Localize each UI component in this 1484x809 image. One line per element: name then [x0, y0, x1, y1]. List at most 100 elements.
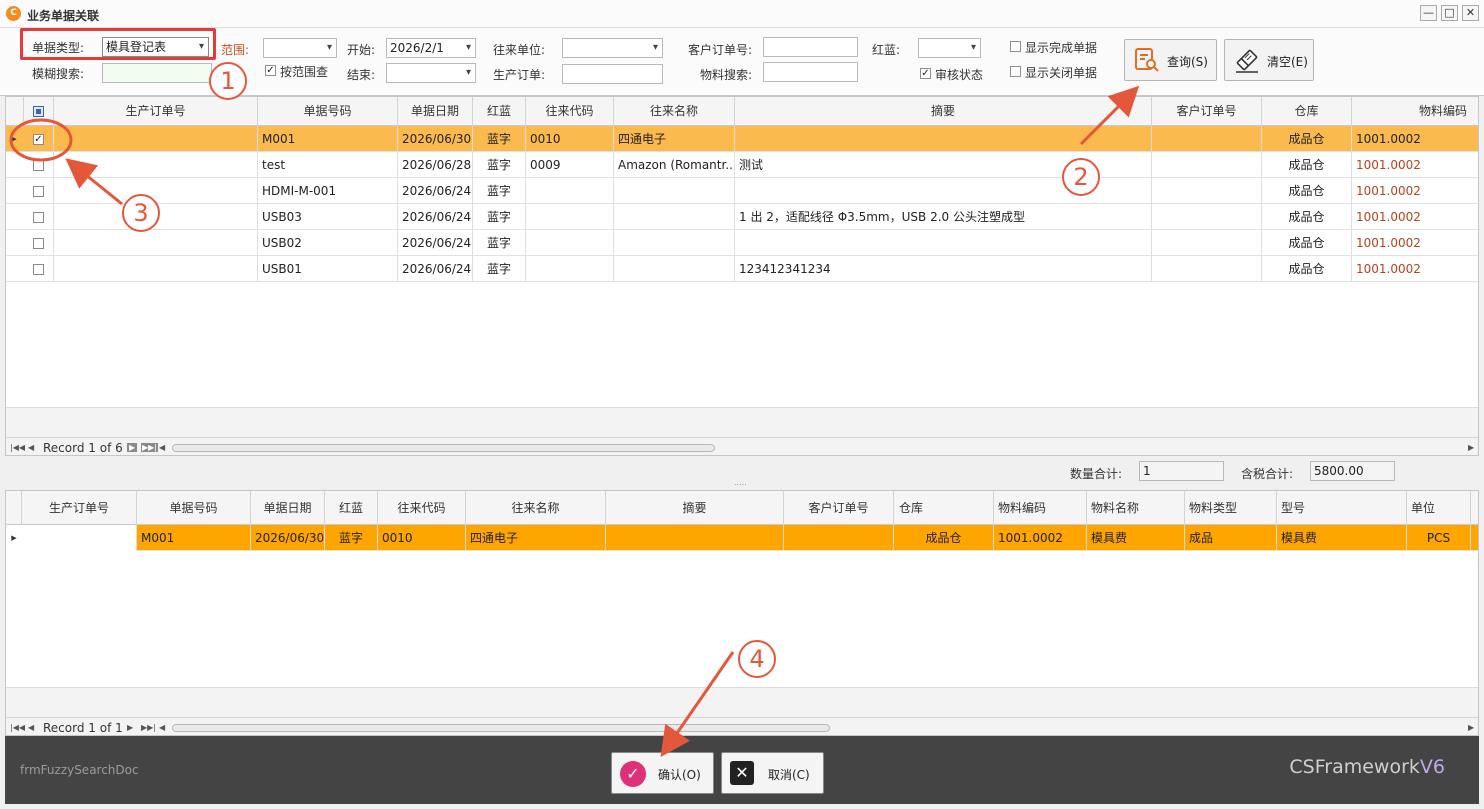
- show-closed-checkbox[interactable]: [1010, 66, 1021, 77]
- cell-doc-no[interactable]: HDMI-M-001: [258, 178, 398, 204]
- partner-select[interactable]: [562, 38, 663, 58]
- col-partner-name[interactable]: 往来名称: [614, 97, 735, 126]
- table-row[interactable]: USB01 2026/06/24 蓝字 123412341234 成品仓 1001.000…: [6, 256, 1478, 282]
- cell2-redblue[interactable]: 蓝字: [325, 525, 378, 551]
- cell-partner-code[interactable]: 0010: [526, 126, 614, 152]
- cell-redblue[interactable]: 蓝字: [473, 152, 526, 178]
- cancel-button[interactable]: ✕ 取消(C): [721, 752, 824, 794]
- cell-summary[interactable]: 1 出 2，适配线径 Φ3.5mm，USB 2.0 公头注塑成型: [735, 204, 1152, 230]
- cell-partner-name[interactable]: [614, 256, 735, 282]
- query-button[interactable]: 查询(S): [1124, 39, 1217, 81]
- cell-partner-code[interactable]: 0009: [526, 152, 614, 178]
- cell-redblue[interactable]: 蓝字: [473, 126, 526, 152]
- cell-partner-code[interactable]: [526, 230, 614, 256]
- next-record-icon-2[interactable]: ▶: [127, 723, 133, 732]
- cell-partner-name[interactable]: [614, 178, 735, 204]
- cell2-summary[interactable]: [606, 525, 784, 551]
- col2-doc-no[interactable]: 单据号码: [137, 491, 251, 525]
- cell-prod-order[interactable]: [54, 230, 258, 256]
- clear-button[interactable]: 清空(E): [1224, 39, 1314, 81]
- cell-partner-name[interactable]: 四通电子: [614, 126, 735, 152]
- cell-summary[interactable]: 123412341234: [735, 256, 1152, 282]
- col2-prod-order[interactable]: 生产订单号: [22, 491, 137, 525]
- cell-redblue[interactable]: 蓝字: [473, 178, 526, 204]
- cell-doc-no[interactable]: USB01: [258, 256, 398, 282]
- first-record-icon[interactable]: |◀◀: [10, 443, 25, 452]
- col-partner-code[interactable]: 往来代码: [526, 97, 614, 126]
- table-row[interactable]: ▶ M001 2026/06/30 蓝字 0010 四通电子 成品仓 1001.0002 模具费…: [6, 525, 1478, 551]
- cell-prod-order[interactable]: [54, 178, 258, 204]
- cell-material-code[interactable]: 1001.0002: [1352, 256, 1478, 282]
- cell-warehouse[interactable]: 成品仓: [1262, 256, 1352, 282]
- cell-redblue[interactable]: 蓝字: [473, 204, 526, 230]
- col2-unit[interactable]: 单位: [1407, 491, 1471, 525]
- col2-material-code[interactable]: 物料编码: [994, 491, 1087, 525]
- next-record-icon[interactable]: ▶: [127, 443, 138, 452]
- col2-partner-code[interactable]: 往来代码: [378, 491, 466, 525]
- cell2-material-name[interactable]: 模具费: [1087, 525, 1185, 551]
- cell2-date[interactable]: 2026/06/30: [251, 525, 325, 551]
- cell-date[interactable]: 2026/06/30: [398, 126, 473, 152]
- end-date-input[interactable]: [386, 63, 476, 83]
- scroll-right-icon-2[interactable]: ▶: [1468, 723, 1474, 732]
- cell2-cust-order[interactable]: [784, 525, 894, 551]
- col2-warehouse[interactable]: 仓库: [894, 491, 994, 525]
- cell-partner-name[interactable]: [614, 230, 735, 256]
- cell-doc-no[interactable]: USB03: [258, 204, 398, 230]
- cell-cust-order[interactable]: [1152, 178, 1262, 204]
- cell-summary[interactable]: [735, 126, 1152, 152]
- cell-cust-order[interactable]: [1152, 204, 1262, 230]
- cell-partner-name[interactable]: Amazon (Romantr...: [614, 152, 735, 178]
- cell-prod-order[interactable]: [54, 126, 258, 152]
- splitter-handle[interactable]: .....: [734, 478, 747, 487]
- row-checkbox[interactable]: [33, 212, 44, 223]
- cell-date[interactable]: 2026/06/24: [398, 204, 473, 230]
- confirm-button[interactable]: ✓ 确认(O): [611, 752, 714, 794]
- cell-material-code[interactable]: 1001.0002: [1352, 204, 1478, 230]
- row-checkbox[interactable]: [33, 186, 44, 197]
- cell-warehouse[interactable]: 成品仓: [1262, 178, 1352, 204]
- fuzzy-search-input[interactable]: [102, 63, 212, 83]
- cell-warehouse[interactable]: 成品仓: [1262, 126, 1352, 152]
- last-record-icon[interactable]: ▶▶|: [141, 443, 158, 452]
- row-checkbox[interactable]: [33, 160, 44, 171]
- cell2-doc-no[interactable]: M001: [137, 525, 251, 551]
- table-row[interactable]: USB02 2026/06/24 蓝字 成品仓 1001.0002: [6, 230, 1478, 256]
- row-checkbox[interactable]: ✓: [33, 134, 44, 145]
- cell-material-code[interactable]: 1001.0002: [1352, 152, 1478, 178]
- cell-redblue[interactable]: 蓝字: [473, 256, 526, 282]
- header-select-all[interactable]: [24, 97, 54, 126]
- scroll-right-icon[interactable]: ▶: [1468, 443, 1474, 452]
- maximize-button[interactable]: □: [1441, 5, 1458, 21]
- start-date-input[interactable]: 2026/2/1: [386, 38, 476, 58]
- cell-redblue[interactable]: 蓝字: [473, 230, 526, 256]
- cell2-model[interactable]: 模具费: [1277, 525, 1407, 551]
- range-checkbox[interactable]: ✓: [265, 65, 276, 76]
- cell-cust-order[interactable]: [1152, 152, 1262, 178]
- cell2-partner-name[interactable]: 四通电子: [466, 525, 606, 551]
- cell-cust-order[interactable]: [1152, 256, 1262, 282]
- col2-redblue[interactable]: 红蓝: [325, 491, 378, 525]
- scroll-left-icon[interactable]: ◀: [159, 443, 165, 452]
- audit-checkbox[interactable]: ✓: [920, 68, 931, 79]
- col2-summary[interactable]: 摘要: [606, 491, 784, 525]
- cell-doc-no[interactable]: test: [258, 152, 398, 178]
- cell-warehouse[interactable]: 成品仓: [1262, 230, 1352, 256]
- col2-material-type[interactable]: 物料类型: [1185, 491, 1277, 525]
- cell-warehouse[interactable]: 成品仓: [1262, 204, 1352, 230]
- cell-partner-code[interactable]: [526, 178, 614, 204]
- cell2-warehouse[interactable]: 成品仓: [894, 525, 994, 551]
- last-record-icon-2[interactable]: ▶▶|: [141, 723, 156, 732]
- col-redblue[interactable]: 红蓝: [473, 97, 526, 126]
- cell-partner-code[interactable]: [526, 256, 614, 282]
- cust-order-input[interactable]: [763, 37, 858, 57]
- cell-material-code[interactable]: 1001.0002: [1352, 126, 1478, 152]
- first-record-icon-2[interactable]: |◀◀: [10, 723, 25, 732]
- col2-model[interactable]: 型号: [1277, 491, 1407, 525]
- table-row[interactable]: test 2026/06/28 蓝字 0009 Amazon (Romantr... 测试…: [6, 152, 1478, 178]
- horizontal-scrollbar[interactable]: [172, 444, 715, 452]
- cell-cust-order[interactable]: [1152, 230, 1262, 256]
- col2-date[interactable]: 单据日期: [251, 491, 325, 525]
- col-prod-order[interactable]: 生产订单号: [54, 97, 258, 126]
- close-button[interactable]: ✕: [1462, 5, 1479, 21]
